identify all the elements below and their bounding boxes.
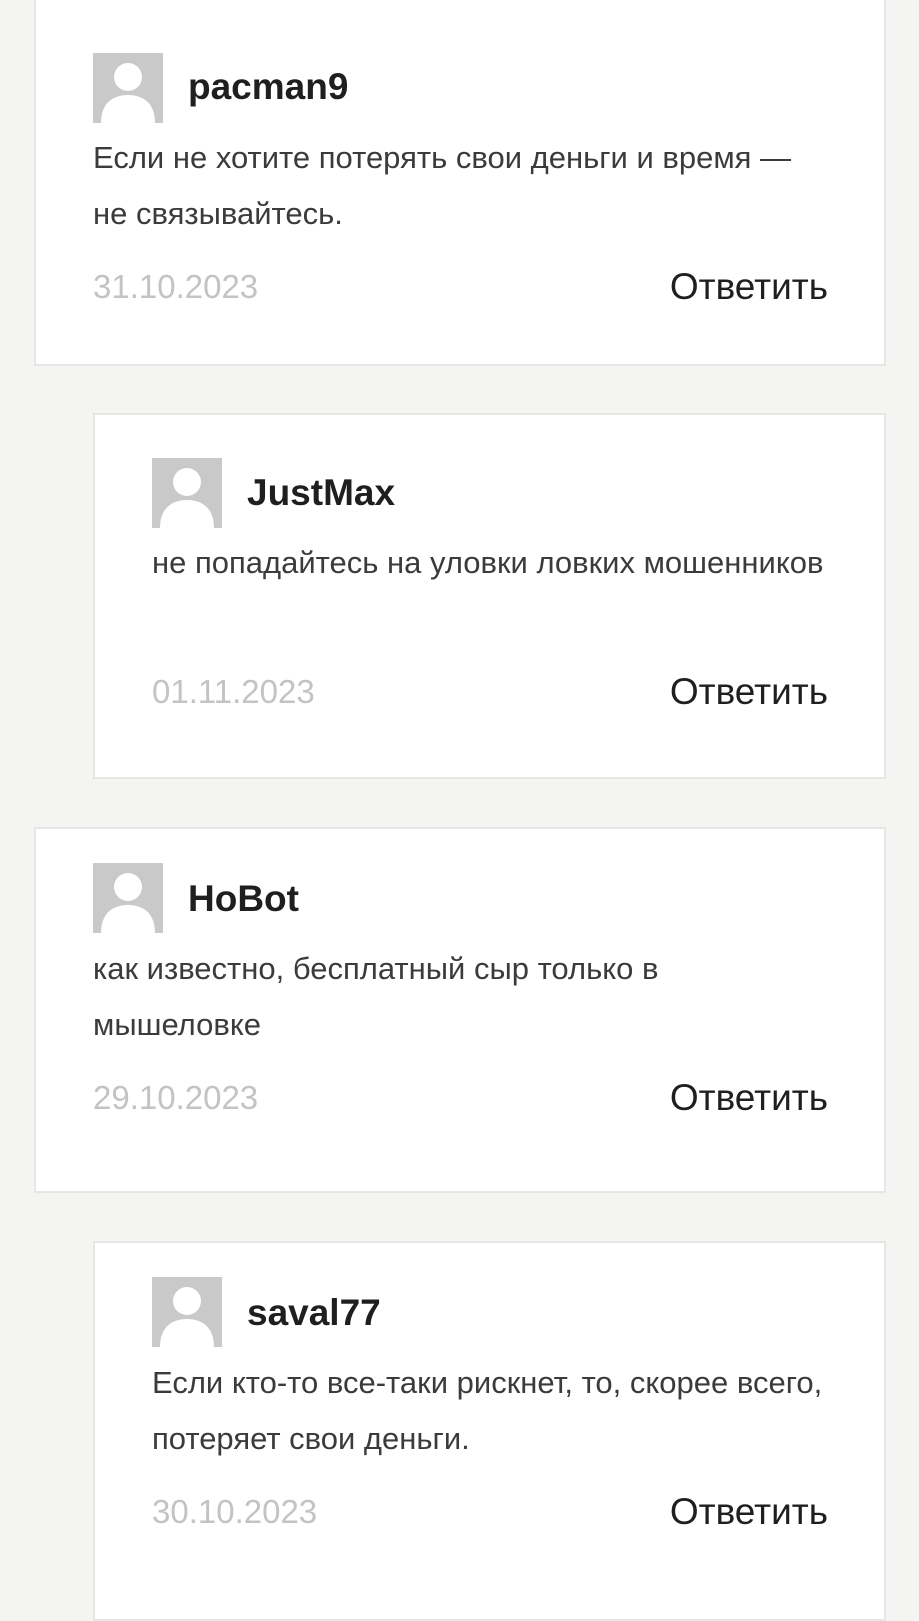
comment-author: HoBot (188, 878, 299, 919)
default-avatar-icon (93, 53, 163, 123)
comment-author: pacman9 (188, 66, 349, 107)
default-avatar-icon (93, 863, 163, 933)
comment-author: JustMax (247, 472, 396, 513)
comment-card: HoBot как известно, бесплатный сыр тольк… (34, 827, 886, 1193)
comment-card: pacman9 Если не хотите потерять свои ден… (34, 0, 886, 366)
comment-text: не попадайтесь на уловки ловких мошенник… (152, 545, 824, 580)
reply-button[interactable]: Ответить (670, 1493, 828, 1530)
comment-card-reply: JustMax не попадайтесь на уловки ловких … (93, 413, 886, 779)
reply-button[interactable]: Ответить (670, 673, 828, 710)
comment-text: Если кто-то все-таки рискнет, то, скорее… (152, 1365, 823, 1456)
comment-card-reply: saval77 Если кто-то все-таки рискнет, то… (93, 1241, 886, 1621)
comment-text: как известно, бесплатный сыр только в мы… (93, 951, 659, 1042)
comment-text: Если не хотите потерять свои деньги и вр… (93, 140, 792, 231)
reply-button[interactable]: Ответить (670, 268, 828, 305)
default-avatar-icon (152, 458, 222, 528)
default-avatar-icon (152, 1277, 222, 1347)
comment-author: saval77 (247, 1292, 381, 1333)
comment-date: 29.10.2023 (93, 1079, 259, 1116)
comment-date: 31.10.2023 (93, 268, 259, 305)
comment-date: 30.10.2023 (152, 1493, 318, 1530)
reply-button[interactable]: Ответить (670, 1079, 828, 1116)
comment-date: 01.11.2023 (152, 673, 315, 710)
